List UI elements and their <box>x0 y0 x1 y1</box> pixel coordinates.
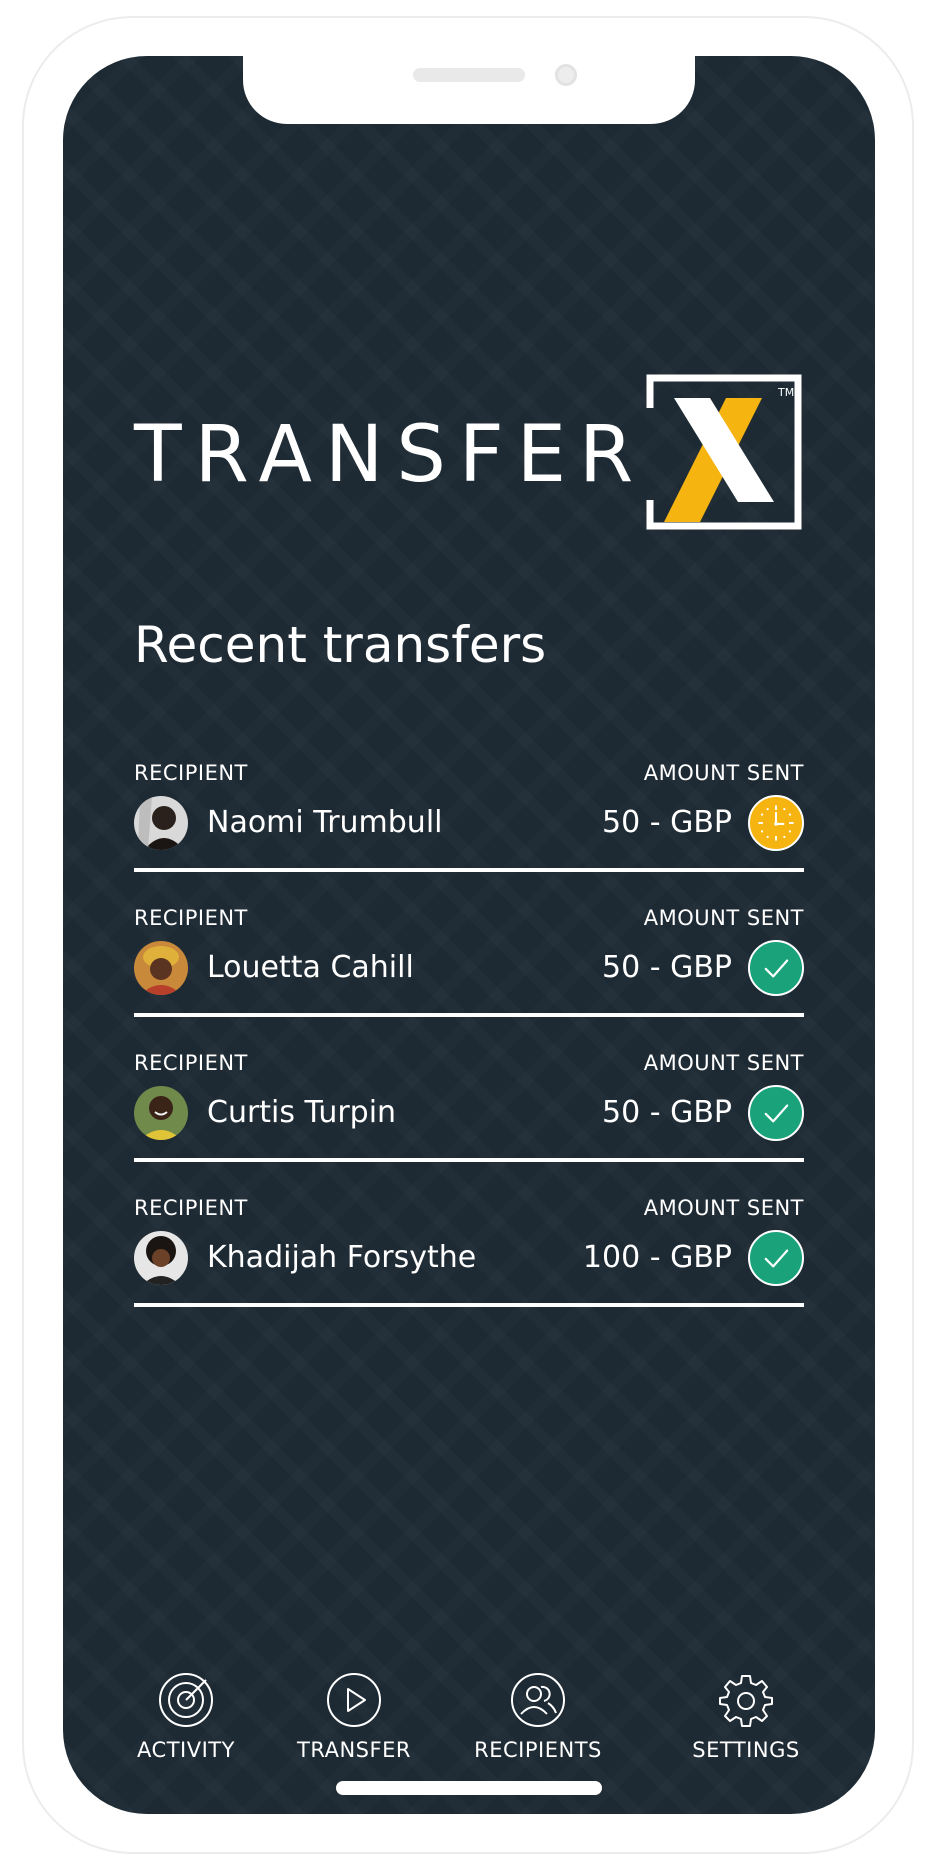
nav-label: ACTIVITY <box>137 1738 235 1762</box>
nav-label: RECIPIENTS <box>474 1738 602 1762</box>
speaker-grille <box>413 68 525 82</box>
amount-label: AMOUNT SENT <box>643 1196 804 1220</box>
amount-sent: 50 - GBP <box>602 950 732 985</box>
nav-item-activity[interactable]: ACTIVITY <box>106 1670 266 1762</box>
amount-sent: 50 - GBP <box>602 1095 732 1130</box>
transfer-row[interactable]: RECIPIENT AMOUNT SENT Curtis Turpin 50 -… <box>134 1048 804 1162</box>
brand-logo: TRANSFER TM <box>134 372 804 534</box>
home-indicator[interactable] <box>336 1781 602 1795</box>
transfer-row[interactable]: RECIPIENT AMOUNT SENT Louetta Cahill 50 … <box>134 903 804 1017</box>
amount-label: AMOUNT SENT <box>643 1051 804 1075</box>
bottom-nav: ACTIVITY TRANSFER RECIPIENTS SETTINGS <box>0 1670 938 1790</box>
amount-label: AMOUNT SENT <box>643 761 804 785</box>
recipient-name: Curtis Turpin <box>207 1095 397 1130</box>
brand-text: TRANSFER <box>134 410 647 500</box>
trademark-symbol: TM <box>778 386 795 399</box>
check-icon <box>748 940 804 996</box>
recipient-name: Khadijah Forsythe <box>207 1240 477 1275</box>
nav-item-recipients[interactable]: RECIPIENTS <box>458 1670 618 1762</box>
phone-notch <box>243 56 695 124</box>
nav-label: TRANSFER <box>297 1738 411 1762</box>
transfer-row[interactable]: RECIPIENT AMOUNT SENT Khadijah Forsythe … <box>134 1193 804 1307</box>
nav-item-transfer[interactable]: TRANSFER <box>274 1670 434 1762</box>
page-title: Recent transfers <box>134 616 547 674</box>
amount-sent: 100 - GBP <box>582 1240 732 1275</box>
transfer-row[interactable]: RECIPIENT AMOUNT SENT Naomi Trumbull 50 … <box>134 758 804 872</box>
play-icon <box>327 1673 381 1727</box>
radar-icon <box>159 1673 213 1727</box>
recipient-label: RECIPIENT <box>134 1051 248 1075</box>
amount-sent: 50 - GBP <box>602 805 732 840</box>
gear-icon <box>719 1675 773 1727</box>
avatar <box>134 796 188 850</box>
check-icon <box>748 1230 804 1286</box>
recipient-name: Naomi Trumbull <box>207 805 443 840</box>
recipient-label: RECIPIENT <box>134 1196 248 1220</box>
avatar <box>134 1086 188 1140</box>
front-camera <box>555 64 577 86</box>
check-icon <box>748 1085 804 1141</box>
amount-label: AMOUNT SENT <box>643 906 804 930</box>
nav-label: SETTINGS <box>692 1738 800 1762</box>
recipient-label: RECIPIENT <box>134 761 248 785</box>
nav-item-settings[interactable]: SETTINGS <box>666 1670 826 1762</box>
clock-icon <box>748 795 804 851</box>
recipient-name: Louetta Cahill <box>207 950 414 985</box>
recipient-label: RECIPIENT <box>134 906 248 930</box>
people-icon <box>511 1673 565 1727</box>
avatar <box>134 1231 188 1285</box>
avatar <box>134 941 188 995</box>
